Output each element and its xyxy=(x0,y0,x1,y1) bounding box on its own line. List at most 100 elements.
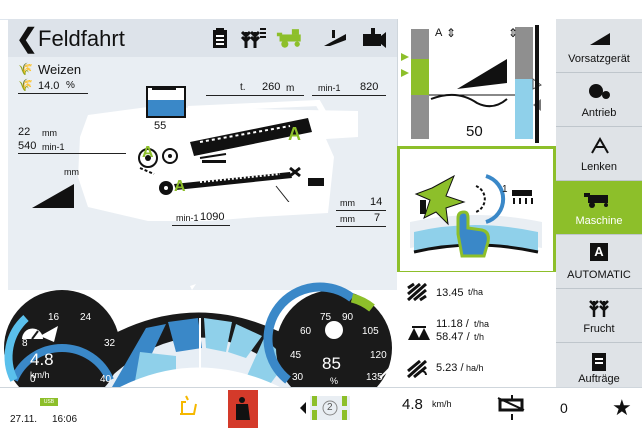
area-rate-icon xyxy=(407,359,427,379)
divider xyxy=(206,95,304,96)
moisture-value: 14.0 xyxy=(38,80,60,92)
threshing-diagram xyxy=(138,118,324,202)
area-rate-unit: ha/h xyxy=(466,363,484,373)
combine-icon[interactable] xyxy=(276,24,306,52)
menu-item-label: Lenken xyxy=(580,161,618,173)
menu-item-label: Antrieb xyxy=(581,107,617,119)
rpm-value-1: 820 xyxy=(360,81,379,93)
weight-icon xyxy=(408,326,430,340)
header-icon[interactable] xyxy=(320,24,350,52)
moisture-unit: % xyxy=(66,80,75,91)
machine-icon xyxy=(584,193,608,208)
usb-icon: USB xyxy=(40,398,58,406)
rpm-unit-1: min-1 xyxy=(318,83,341,93)
gauge-left-tick: 40 xyxy=(100,374,112,385)
right-mm-1: 14 xyxy=(370,196,383,208)
height-auto-label: A xyxy=(435,27,443,39)
height-adjust-icon: ⇕ xyxy=(446,26,457,40)
height-value: 50 xyxy=(466,123,483,140)
drum-value: 540 xyxy=(18,140,37,152)
gauge-left-tick: 24 xyxy=(80,312,92,323)
menu-item-crop[interactable]: Frucht xyxy=(556,289,642,343)
seat-icon[interactable] xyxy=(176,394,200,420)
steering-icon xyxy=(591,136,609,154)
tank-lid xyxy=(152,86,176,90)
load-gauge-value: 85 xyxy=(322,354,341,373)
gauge-right-tick: 120 xyxy=(370,350,387,361)
crop-icon: 🌾 xyxy=(18,62,33,76)
height-limit-icon: ⇕ xyxy=(508,26,519,40)
header-icon xyxy=(590,33,610,45)
moisture-icon: 🌾 xyxy=(18,78,33,92)
menu-item-machine[interactable]: Maschine xyxy=(556,181,642,235)
right-unit-2: mm xyxy=(340,214,355,224)
gauge-left-tick: 0 xyxy=(30,374,36,385)
gauge-left-tick: 16 xyxy=(48,312,60,323)
weight-value-2: 58.47 / xyxy=(436,331,470,343)
gauge-right-tick: 135 xyxy=(366,372,383,383)
gauge-right-tick: 45 xyxy=(290,350,302,361)
gear-number: 2 xyxy=(327,402,333,413)
page-title: Feldfahrt xyxy=(38,26,125,51)
reel-counter-icon xyxy=(497,395,525,420)
gauge-right-tick: 90 xyxy=(342,312,354,323)
right-unit-1: mm xyxy=(340,198,355,208)
auto-label-3: A xyxy=(174,178,186,195)
back-arrow-icon[interactable]: ❮ xyxy=(16,25,38,51)
bottom-rpm: 1090 xyxy=(200,211,225,223)
yield-area-value: 13.45 xyxy=(436,287,464,299)
menu-item-label: Aufträge xyxy=(578,373,620,385)
orders-icon xyxy=(592,353,606,371)
divider xyxy=(336,226,386,227)
weight-value-1: 11.18 / xyxy=(436,318,469,330)
gauge-right-tick: 30 xyxy=(292,372,304,383)
gauge-right-tick: 60 xyxy=(300,326,312,337)
crop-icon[interactable] xyxy=(238,24,268,52)
divider xyxy=(336,210,386,211)
right-mm-2: 7 xyxy=(374,212,381,224)
mm-label: mm xyxy=(64,167,79,177)
menu-item-header[interactable]: Vorsatzgerät xyxy=(556,19,642,73)
gear-selector[interactable] xyxy=(296,392,352,424)
checklist-icon[interactable] xyxy=(205,24,235,52)
speed-readout: 4.8 xyxy=(402,396,423,413)
menu-item-label: AUTOMATIC xyxy=(567,269,631,281)
steering-diagram xyxy=(410,174,542,258)
favorite-star-icon[interactable]: ★ xyxy=(612,397,632,419)
menu-item-automatic[interactable]: A AUTOMATIC xyxy=(556,235,642,289)
divider xyxy=(18,153,126,154)
yield-area-unit: t/ha xyxy=(468,287,484,297)
area-yield-icon xyxy=(407,282,427,302)
weight-unit-1: t/ha xyxy=(474,319,490,329)
load-gauge-unit: % xyxy=(330,376,339,386)
gauge-left-tick: 32 xyxy=(104,338,116,349)
crop-name: Weizen xyxy=(38,62,82,77)
divider xyxy=(172,225,230,226)
menu-item-steering[interactable]: Lenken xyxy=(556,127,642,181)
time-text: 16:06 xyxy=(52,414,78,425)
crop-icon xyxy=(589,300,609,317)
menu-item-orders[interactable]: Aufträge xyxy=(556,343,642,387)
gauge-right-tick: 75 xyxy=(320,312,332,323)
speed-gauge-value: 4.8 xyxy=(30,350,54,369)
operator-alert-button[interactable] xyxy=(228,390,258,428)
bottom-rpm-unit: min-1 xyxy=(176,213,199,223)
steering-gear: 1 xyxy=(502,184,508,195)
header-device-icon xyxy=(32,184,74,208)
header-speed-prefix: t. xyxy=(240,82,246,93)
menu-item-label: Maschine xyxy=(575,215,623,227)
weight-unit-2: t/h xyxy=(474,332,485,342)
menu-item-drive[interactable]: Antrieb xyxy=(556,73,642,127)
automatic-icon: A xyxy=(556,243,642,263)
right-menu: Vorsatzgerät Antrieb Lenken Maschine A A… xyxy=(556,19,642,387)
counter-value: 0 xyxy=(560,400,568,416)
drum-unit: min-1 xyxy=(42,142,65,152)
date-text: 27.11. xyxy=(10,414,38,425)
divider xyxy=(312,95,386,96)
camera-icon[interactable] xyxy=(357,24,387,52)
auto-label-2: A xyxy=(142,144,154,161)
menu-item-label: Frucht xyxy=(583,323,615,335)
divider xyxy=(18,93,88,94)
gauge-right-tick: 105 xyxy=(362,326,379,337)
top-strip xyxy=(0,0,642,20)
